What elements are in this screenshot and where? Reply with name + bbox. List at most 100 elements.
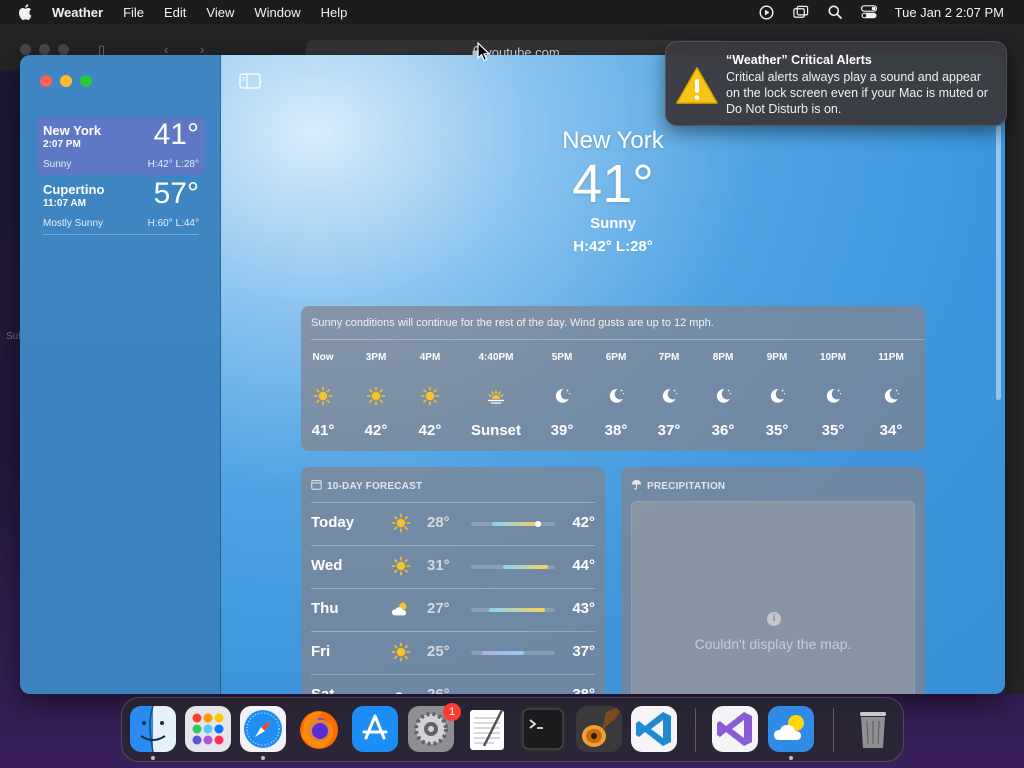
menu-window[interactable]: Window [254,5,300,20]
forecast-day: Wed [311,557,343,574]
hour-value: 42° [418,422,442,439]
play-status-icon[interactable] [759,4,775,20]
umbrella-icon [631,479,642,493]
zoom-button[interactable] [80,75,92,87]
forecast-day: Sat [311,686,334,694]
temperature-range-bar [471,608,555,612]
dock: 1 [121,697,904,762]
mouse-cursor-icon [477,41,491,62]
hourly-summary: Sunny conditions will continue for the r… [311,317,714,329]
hour-label: 3PM [365,352,387,363]
dock-app-store[interactable] [352,706,398,752]
dock-finder[interactable] [130,706,176,752]
hour-value: 35° [765,422,789,439]
location-time: 11:07 AM [43,198,86,209]
forecast-row[interactable]: Fri 25° 37° [311,632,595,672]
guitar-icon [576,706,622,752]
location-condition: Sunny [43,159,72,170]
dock-firefox[interactable] [296,706,342,752]
menu-help[interactable]: Help [321,5,348,20]
control-center-icon[interactable] [860,4,877,20]
forecast-title-text: 10-DAY FORECAST [327,480,423,492]
safari-running-dot [261,756,265,760]
precipitation-panel[interactable]: PRECIPITATION i Couldn't display the map… [621,467,925,694]
forecast-day: Thu [311,600,339,617]
dock-textedit[interactable] [464,706,510,752]
menubar-datetime[interactable]: Tue Jan 2 2:07 PM [895,5,1004,20]
dock-vscode[interactable] [631,706,677,752]
textedit-icon [470,709,504,750]
hour-label: 9PM [766,352,788,363]
temperature-range-bar [471,651,555,655]
location-hilo: H:60° L:44° [147,218,199,229]
dock-launchpad[interactable] [185,706,231,752]
close-button[interactable] [40,75,52,87]
moon-icon [659,386,679,406]
dock-trash[interactable] [850,706,896,752]
sidebar-toggle-icon[interactable] [239,73,261,89]
vscode-icon [631,706,677,752]
hourly-item: 6PM 38° [588,348,644,448]
current-temp: 41° [572,154,654,214]
moon-icon [606,386,626,406]
hourly-item: 5PM 39° [534,348,590,448]
hourly-item: 10PM 35° [805,348,861,448]
minimize-button[interactable] [60,75,72,87]
critical-alerts-notification[interactable]: “Weather” Critical Alerts Critical alert… [665,41,1007,126]
hour-value: 36° [711,422,735,439]
moon-icon [767,386,787,406]
apple-menu-icon[interactable] [18,4,36,20]
current-city: New York [562,127,664,154]
menu-view[interactable]: View [206,5,234,20]
location-card-new-york[interactable]: New York 2:07 PM 41° Sunny H:42° L:28° [37,117,205,175]
sun-icon [366,386,386,406]
hourly-item: 7PM 37° [641,348,697,448]
hourly-forecast-panel[interactable]: Sunny conditions will continue for the r… [301,306,925,451]
forecast-row[interactable]: Thu 27° 43° [311,589,595,629]
main-scrollbar[interactable] [996,125,1001,400]
forecast-row[interactable]: Wed 31° 44° [311,546,595,586]
trash-icon [860,712,886,748]
dock-garageband[interactable] [576,706,622,752]
dock-visual-studio[interactable] [712,706,758,752]
forecast-high: 44° [572,557,595,574]
cloud-icon [391,685,413,694]
background-window-controls [20,44,69,55]
precipitation-map[interactable]: i Couldn't display the map. [631,501,915,694]
weather-main: New York 41° Sunny H:42° L:28° Sunny con… [221,55,1005,694]
menu-file[interactable]: File [123,5,144,20]
hour-label: 8PM [712,352,734,363]
forecast-low: 27° [427,600,450,617]
forecast-row[interactable]: Today 28° 42° [311,503,595,543]
dock-separator [833,708,834,752]
dock-safari[interactable] [240,706,286,752]
notification-body: Critical alerts always play a sound and … [726,70,988,116]
ten-day-forecast-panel[interactable]: 10-DAY FORECAST Today 28° 42° Wed 31° 44° Thu 2… [301,467,605,694]
info-icon: i [767,612,781,626]
location-card-cupertino[interactable]: Cupertino 11:07 AM 57° Mostly Sunny H:60… [37,176,205,234]
dock-terminal[interactable] [520,706,566,752]
forecast-day: Fri [311,643,331,660]
hourly-item: 4:40PM Sunset [468,348,524,448]
current-hilo: H:42° L:28° [573,238,653,255]
precipitation-title-text: PRECIPITATION [647,480,726,492]
screen-mirroring-icon[interactable] [792,4,809,20]
forecast-row[interactable]: Sat 26° 38° [311,675,595,694]
location-divider [43,234,199,235]
hourly-item: 3PM 42° [348,348,404,448]
spotlight-search-icon[interactable] [827,4,843,20]
current-condition: Sunny [590,215,636,232]
menu-edit[interactable]: Edit [164,5,186,20]
dock-weather[interactable] [768,706,814,752]
hour-label: Now [312,352,334,363]
current-conditions: New York 41° Sunny H:42° L:28° [513,127,713,255]
moon-icon [552,386,572,406]
hour-label: 6PM [605,352,627,363]
menu-app-name[interactable]: Weather [52,5,103,20]
hourly-item: Now 41° [295,348,351,448]
hour-value: 39° [550,422,574,439]
menu-bar: Weather File Edit View Window Help Tue J… [0,0,1024,24]
warning-icon [675,66,719,106]
temperature-range-fill [481,651,524,655]
settings-badge: 1 [443,703,461,721]
